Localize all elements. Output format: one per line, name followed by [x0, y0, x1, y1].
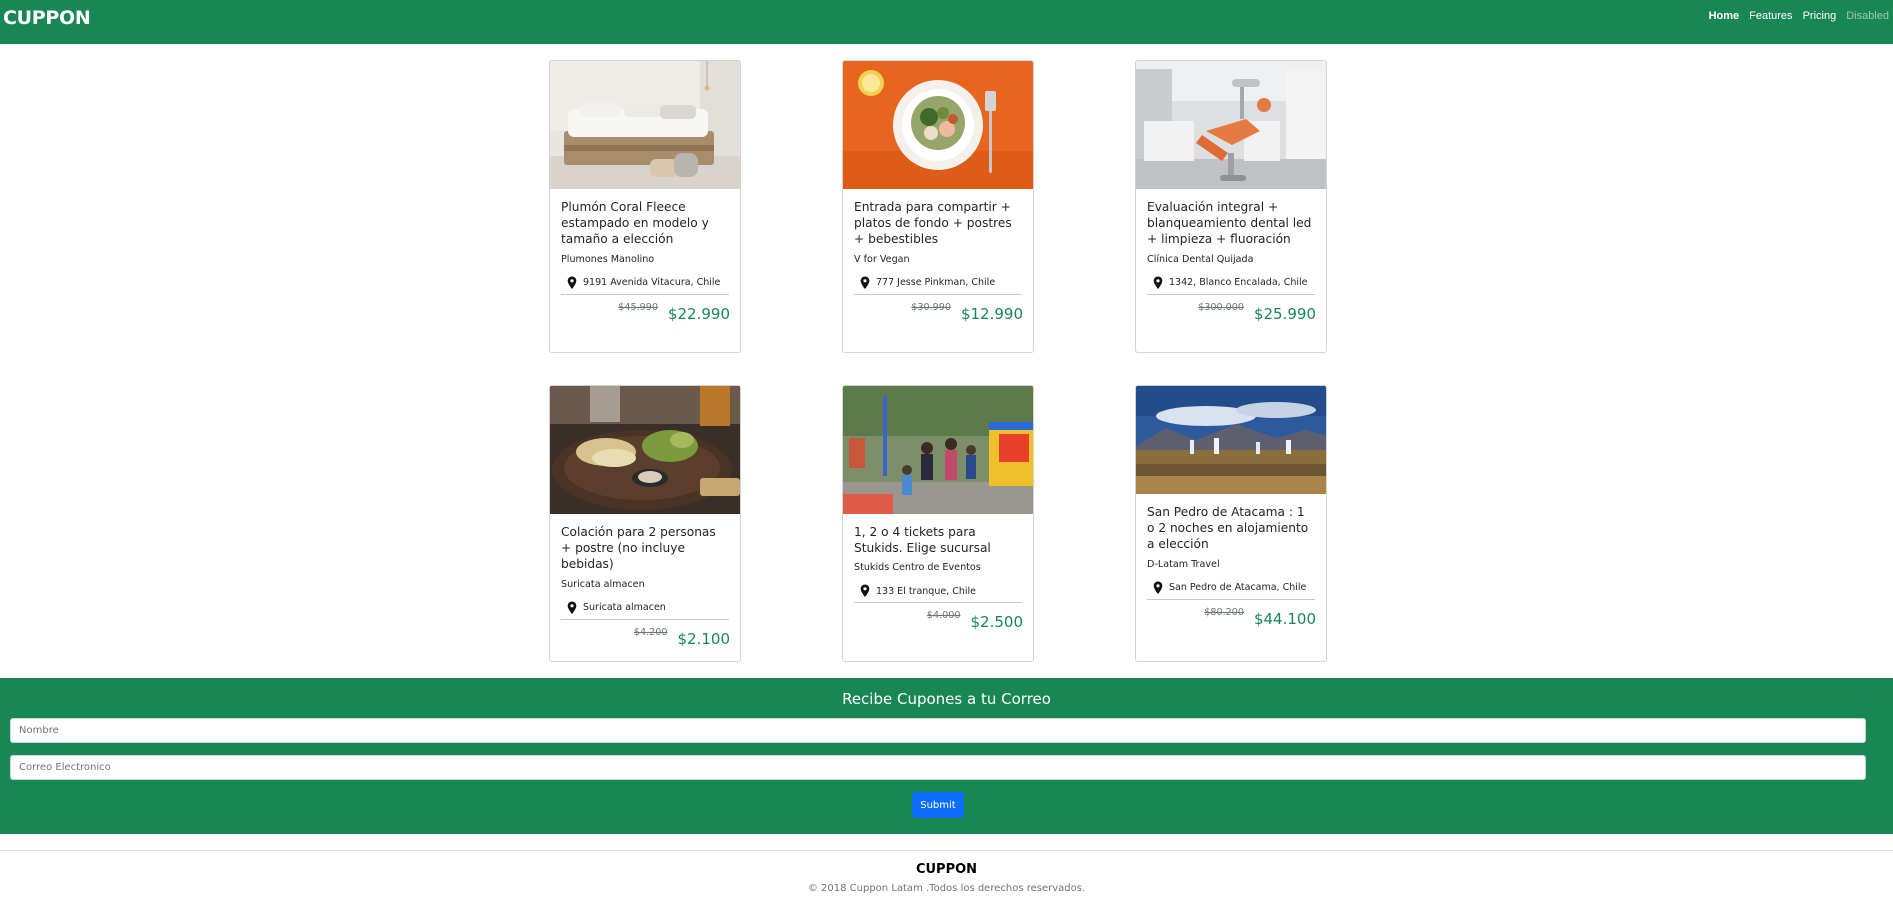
- nav-disabled-link: Disabled: [1846, 10, 1889, 22]
- email-input[interactable]: [10, 755, 1866, 780]
- card-prices: $80.200 $44.100: [1136, 600, 1326, 634]
- discount-price: $22.990: [667, 304, 730, 323]
- card-title[interactable]: Colación para 2 personas + postre (no in…: [561, 524, 729, 573]
- discount-price: $44.100: [1253, 609, 1316, 628]
- location-text: Suricata almacen: [583, 602, 666, 614]
- map-pin-icon: [1153, 276, 1163, 289]
- map-pin-icon: [1153, 581, 1163, 594]
- newsletter-title: Recibe Cupones a tu Correo: [842, 690, 1051, 708]
- map-pin-icon: [567, 601, 577, 614]
- location-text: 133 El tranque, Chile: [876, 585, 977, 597]
- coupon-card[interactable]: 1, 2 o 4 tickets para Stukids. Elige suc…: [842, 385, 1034, 662]
- original-price: $4.200: [633, 626, 668, 638]
- card-image[interactable]: [550, 386, 740, 514]
- card-merchant: Stukids Centro de Eventos: [854, 562, 981, 574]
- location-text: 1342, Blanco Encalada, Chile: [1169, 277, 1308, 289]
- card-merchant: Plumones Manolino: [561, 253, 655, 265]
- card-image[interactable]: [843, 61, 1033, 189]
- coupon-card[interactable]: Colación para 2 personas + postre (no in…: [549, 385, 741, 662]
- card-image[interactable]: [550, 61, 740, 189]
- name-input[interactable]: [10, 718, 1866, 743]
- card-location: 9191 Avenida Vitacura, Chile: [561, 276, 729, 290]
- card-prices: $45.990 $22.990: [550, 295, 740, 329]
- nav-links: Home Features Pricing Disabled: [1709, 9, 1893, 25]
- map-pin-icon: [860, 584, 870, 598]
- discount-price: $2.500: [970, 613, 1024, 632]
- card-title[interactable]: Plumón Coral Fleece estampado en modelo …: [561, 199, 729, 248]
- nav-pricing-link[interactable]: Pricing: [1803, 9, 1837, 25]
- card-location: 777 Jesse Pinkman, Chile: [854, 276, 1022, 290]
- original-price: $300.000: [1198, 301, 1244, 313]
- card-prices: $30.990 $12.990: [843, 295, 1033, 329]
- footer-brand: CUPPON: [915, 862, 978, 877]
- card-merchant: Suricata almacen: [561, 578, 645, 590]
- coupon-card[interactable]: Evaluación integral + blanqueamiento den…: [1135, 60, 1327, 353]
- original-price: $4.000: [926, 610, 961, 622]
- map-pin-icon: [860, 276, 870, 289]
- discount-price: $12.990: [960, 304, 1023, 323]
- card-location: 1342, Blanco Encalada, Chile: [1147, 276, 1315, 290]
- card-title[interactable]: Entrada para compartir + platos de fondo…: [854, 199, 1022, 248]
- location-text: 777 Jesse Pinkman, Chile: [876, 277, 996, 289]
- map-pin-icon: [567, 276, 577, 289]
- card-image[interactable]: [1136, 61, 1326, 189]
- discount-price: $2.100: [677, 629, 731, 648]
- newsletter-section: Recibe Cupones a tu Correo Submit: [0, 678, 1893, 834]
- original-price: $45.990: [618, 301, 658, 313]
- card-merchant: V for Vegan: [854, 253, 910, 265]
- submit-button[interactable]: Submit: [912, 792, 964, 818]
- card-merchant: Clínica Dental Quijada: [1147, 253, 1254, 265]
- card-prices: $4.000 $2.500: [843, 603, 1033, 637]
- nav-home-link[interactable]: Home: [1709, 9, 1740, 25]
- card-title[interactable]: Evaluación integral + blanqueamiento den…: [1147, 199, 1315, 248]
- card-location: Suricata almacen: [561, 601, 729, 615]
- card-title[interactable]: 1, 2 o 4 tickets para Stukids. Elige suc…: [854, 524, 1022, 556]
- original-price: $30.990: [911, 301, 951, 313]
- discount-price: $25.990: [1253, 304, 1316, 323]
- card-image[interactable]: [1136, 386, 1326, 494]
- footer-copyright: © 2018 Cuppon Latam .Todos los derechos …: [807, 883, 1086, 894]
- coupon-card[interactable]: Entrada para compartir + platos de fondo…: [842, 60, 1034, 353]
- coupon-card[interactable]: San Pedro de Atacama : 1 o 2 noches en a…: [1135, 385, 1327, 662]
- location-text: San Pedro de Atacama, Chile: [1169, 582, 1307, 594]
- card-location: 133 El tranque, Chile: [854, 584, 1022, 598]
- location-text: 9191 Avenida Vitacura, Chile: [583, 277, 721, 289]
- top-navbar: CUPPON Home Features Pricing Disabled: [0, 0, 1893, 44]
- card-prices: $300.000 $25.990: [1136, 295, 1326, 329]
- nav-features-link[interactable]: Features: [1749, 9, 1792, 25]
- original-price: $80.200: [1204, 606, 1244, 618]
- brand-logo[interactable]: CUPPON: [3, 7, 91, 29]
- card-prices: $4.200 $2.100: [550, 620, 740, 654]
- footer-divider: [0, 850, 1893, 851]
- card-location: San Pedro de Atacama, Chile: [1147, 581, 1315, 595]
- card-title[interactable]: San Pedro de Atacama : 1 o 2 noches en a…: [1147, 504, 1315, 553]
- coupon-card[interactable]: Plumón Coral Fleece estampado en modelo …: [549, 60, 741, 353]
- card-image[interactable]: [843, 386, 1033, 514]
- card-merchant: D-Latam Travel: [1147, 558, 1220, 570]
